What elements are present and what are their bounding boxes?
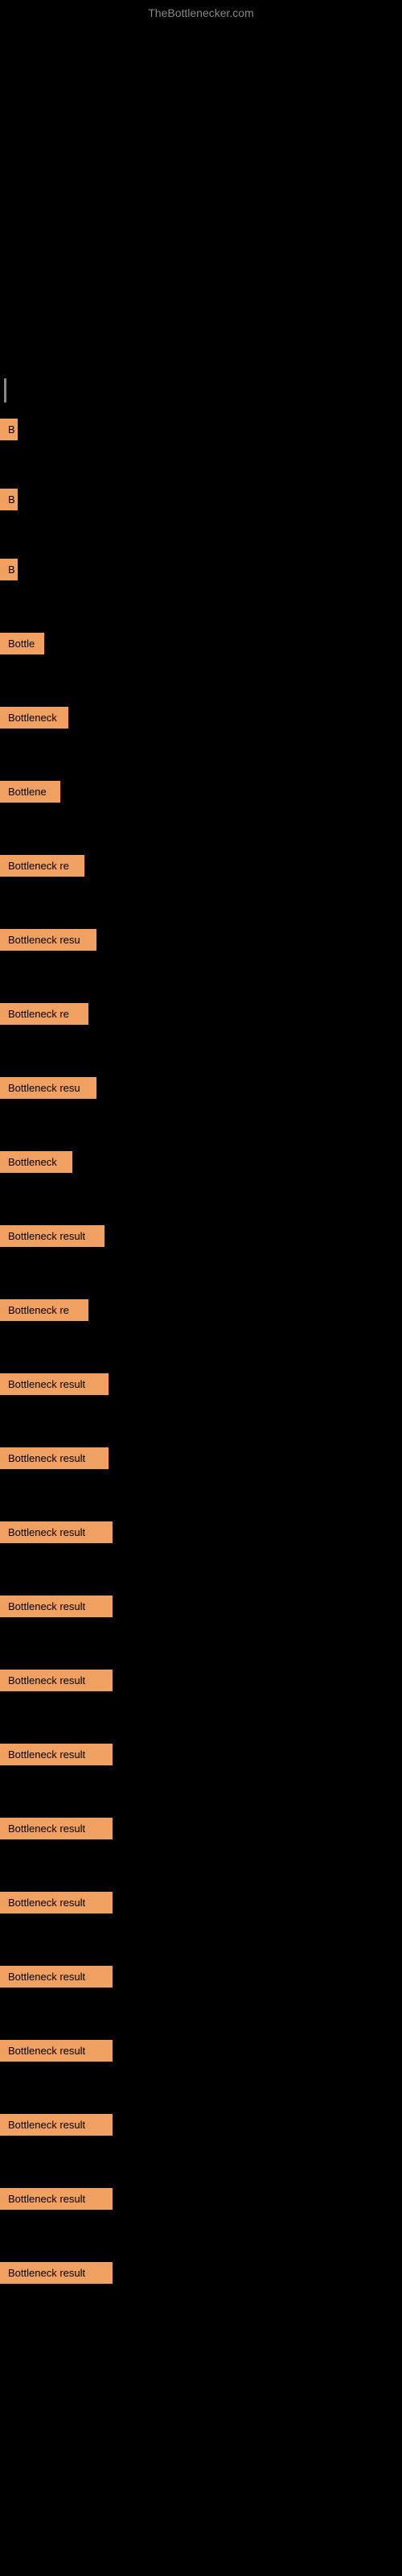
bottleneck-item-4[interactable]: Bottle: [0, 633, 44, 654]
bottleneck-item-3[interactable]: B: [0, 559, 18, 580]
bottleneck-item-19[interactable]: Bottleneck result: [0, 1744, 113, 1765]
bottleneck-item-14[interactable]: Bottleneck result: [0, 1373, 109, 1395]
site-title: TheBottlenecker.com: [148, 6, 254, 19]
bottleneck-item-2[interactable]: B: [0, 489, 18, 510]
bottleneck-item-11[interactable]: Bottleneck: [0, 1151, 72, 1173]
bottleneck-item-9[interactable]: Bottleneck re: [0, 1003, 88, 1025]
bottleneck-item-12[interactable]: Bottleneck result: [0, 1225, 105, 1247]
bottleneck-item-26[interactable]: Bottleneck result: [0, 2262, 113, 2284]
bottleneck-item-22[interactable]: Bottleneck result: [0, 1966, 113, 1988]
bottleneck-item-10[interactable]: Bottleneck resu: [0, 1077, 96, 1099]
bottleneck-item-1[interactable]: B: [0, 419, 18, 440]
bottleneck-item-5[interactable]: Bottleneck: [0, 707, 68, 729]
bottleneck-item-18[interactable]: Bottleneck result: [0, 1670, 113, 1691]
bottleneck-items-container: B B B Bottle Bottleneck Bottlene Bottleneck re…: [0, 419, 402, 2284]
bottleneck-item-21[interactable]: Bottleneck result: [0, 1892, 113, 1913]
vertical-bar: [4, 378, 6, 402]
bottleneck-item-23[interactable]: Bottleneck result: [0, 2040, 113, 2062]
bottleneck-item-25[interactable]: Bottleneck result: [0, 2188, 113, 2210]
bottleneck-item-16[interactable]: Bottleneck result: [0, 1521, 113, 1543]
bottleneck-item-13[interactable]: Bottleneck re: [0, 1299, 88, 1321]
bottleneck-item-20[interactable]: Bottleneck result: [0, 1818, 113, 1839]
bottleneck-item-24[interactable]: Bottleneck result: [0, 2114, 113, 2136]
bottleneck-item-7[interactable]: Bottleneck re: [0, 855, 84, 877]
bottleneck-item-15[interactable]: Bottleneck result: [0, 1447, 109, 1469]
bottleneck-item-8[interactable]: Bottleneck resu: [0, 929, 96, 951]
bottleneck-item-6[interactable]: Bottlene: [0, 781, 60, 803]
bottleneck-item-17[interactable]: Bottleneck result: [0, 1596, 113, 1617]
